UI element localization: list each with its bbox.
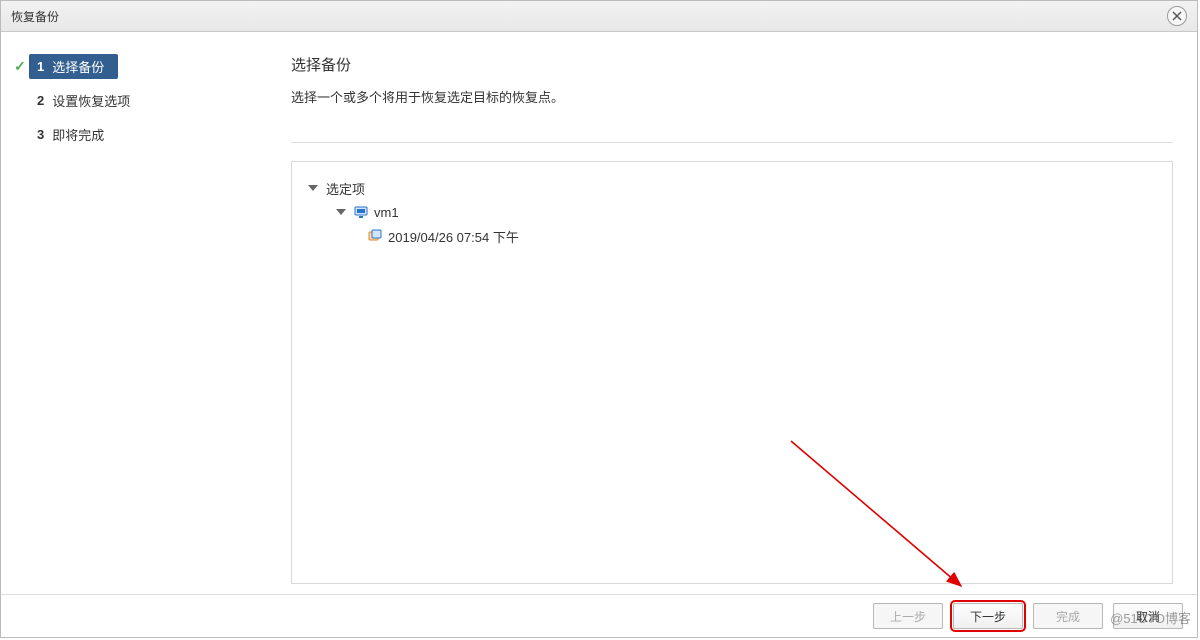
next-button[interactable]: 下一步 (953, 603, 1023, 629)
close-button[interactable] (1167, 6, 1187, 26)
tree-vm-label: vm1 (374, 205, 399, 220)
checkmark-icon: ✓ (11, 58, 29, 75)
step-number: 2 (37, 93, 44, 108)
wizard-main-panel: 选择备份 选择一个或多个将用于恢复选定目标的恢复点。 选定项 (271, 32, 1197, 594)
step-number: 3 (37, 127, 44, 142)
restore-backup-dialog: 恢复备份 ✓ 1 选择备份 2 设置恢复选项 (0, 0, 1198, 638)
caret-down-icon[interactable] (308, 185, 318, 191)
tree-snapshot-row[interactable]: 2019/04/26 07:54 下午 (308, 224, 1156, 248)
wizard-steps-sidebar: ✓ 1 选择备份 2 设置恢复选项 3 即将完成 (1, 32, 271, 594)
backup-tree-panel: 选定项 vm1 (291, 161, 1173, 584)
step-label: 设置恢复选项 (52, 91, 130, 110)
dialog-title: 恢复备份 (11, 8, 59, 25)
cancel-button[interactable]: 取消 (1113, 603, 1183, 629)
caret-down-icon[interactable] (336, 209, 346, 215)
finish-button[interactable]: 完成 (1033, 603, 1103, 629)
panel-description: 选择一个或多个将用于恢复选定目标的恢复点。 (291, 87, 1173, 106)
titlebar: 恢复备份 (1, 1, 1197, 32)
wizard-step-restore-options[interactable]: 2 设置恢复选项 (11, 88, 271, 112)
tree-snapshot-label: 2019/04/26 07:54 下午 (388, 227, 519, 246)
step-label: 即将完成 (52, 125, 104, 144)
snapshot-icon (368, 229, 382, 243)
wizard-step-ready[interactable]: 3 即将完成 (11, 122, 271, 146)
step-label: 选择备份 (52, 57, 104, 76)
step-number: 1 (37, 59, 44, 74)
wizard-step-select-backup[interactable]: ✓ 1 选择备份 (11, 54, 271, 78)
wizard-footer: 上一步 下一步 完成 取消 (1, 595, 1197, 637)
tree-vm-row[interactable]: vm1 (308, 200, 1156, 224)
close-icon (1172, 11, 1182, 21)
tree-root-label: 选定项 (326, 179, 365, 198)
dialog-body: ✓ 1 选择备份 2 设置恢复选项 3 即将完成 (1, 32, 1197, 595)
prev-button[interactable]: 上一步 (873, 603, 943, 629)
tree-root-row[interactable]: 选定项 (308, 176, 1156, 200)
divider (291, 142, 1173, 143)
vm-icon (354, 205, 368, 219)
panel-heading: 选择备份 (291, 54, 1173, 75)
